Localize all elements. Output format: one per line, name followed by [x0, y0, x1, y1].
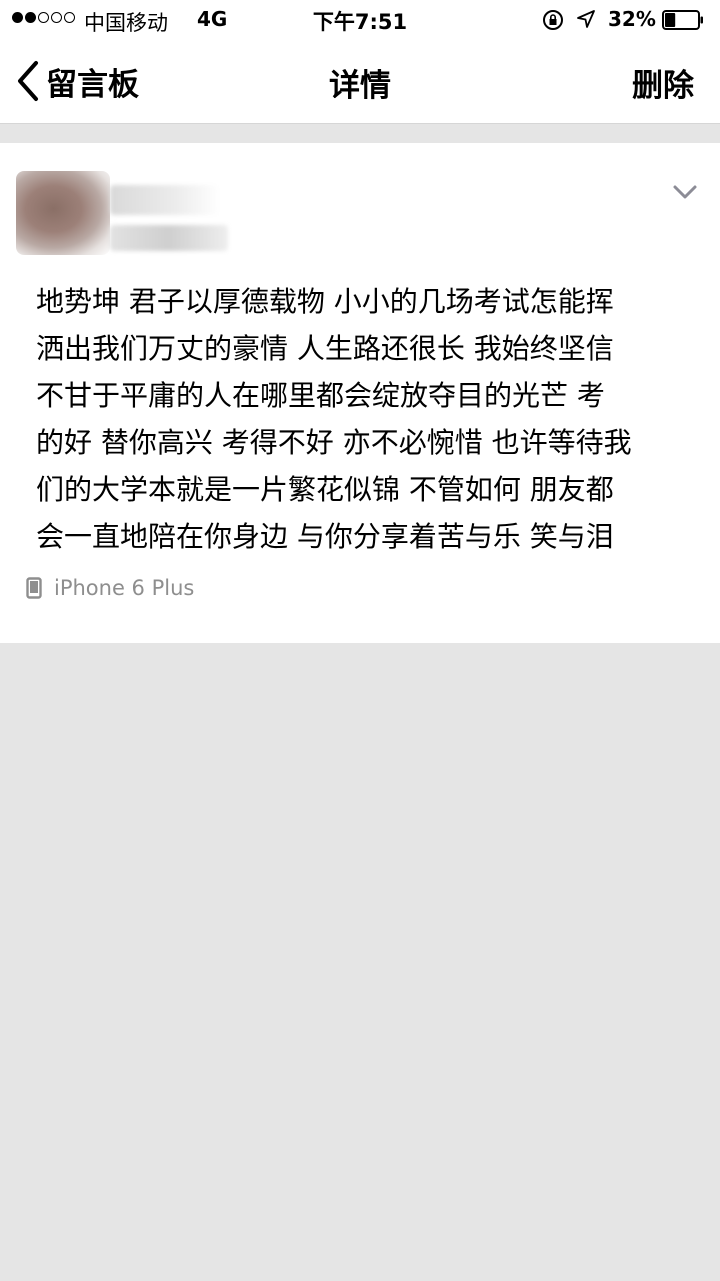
message-card: 地势坤 君子以厚德载物 小小的几场考试怎能挥 洒出我们万丈的豪情 人生路还很长 … — [0, 143, 720, 643]
battery-percentage: 32% — [608, 7, 656, 31]
device-info: iPhone 6 Plus — [26, 576, 194, 600]
delete-button[interactable]: 删除 — [632, 60, 694, 105]
message-line: 的好 替你高兴 考得不好 亦不必惋惜 也许等待我 — [36, 426, 632, 459]
message-line: 地势坤 君子以厚德载物 小小的几场考试怎能挥 — [36, 285, 614, 318]
chevron-left-icon — [18, 61, 38, 101]
message-line: 会一直地陪在你身边 与你分享着苦与乐 笑与泪 — [36, 520, 614, 553]
phone-icon — [26, 577, 42, 599]
orientation-lock-icon — [543, 10, 563, 30]
back-button-label: 留言板 — [46, 66, 139, 103]
back-button[interactable]: 留言板 — [14, 56, 139, 106]
message-line: 们的大学本就是一片繁花似锦 不管如何 朋友都 — [36, 473, 614, 506]
chevron-down-icon[interactable] — [672, 183, 698, 201]
battery-icon — [662, 10, 703, 30]
avatar[interactable] — [16, 171, 110, 255]
post-date-redacted — [110, 225, 228, 251]
message-text: 地势坤 君子以厚德载物 小小的几场考试怎能挥 洒出我们万丈的豪情 人生路还很长 … — [36, 278, 696, 560]
device-name: iPhone 6 Plus — [54, 576, 195, 600]
message-line: 洒出我们万丈的豪情 人生路还很长 我始终坚信 — [36, 332, 614, 365]
navigation-bar: 留言板 详情 删除 — [0, 40, 720, 124]
location-arrow-icon — [577, 10, 595, 28]
message-line: 不甘于平庸的人在哪里都会绽放夺目的光芒 考 — [36, 379, 605, 412]
status-bar: 中国移动 4G 下午7:51 32% — [0, 0, 720, 40]
author-name-redacted — [110, 185, 220, 215]
